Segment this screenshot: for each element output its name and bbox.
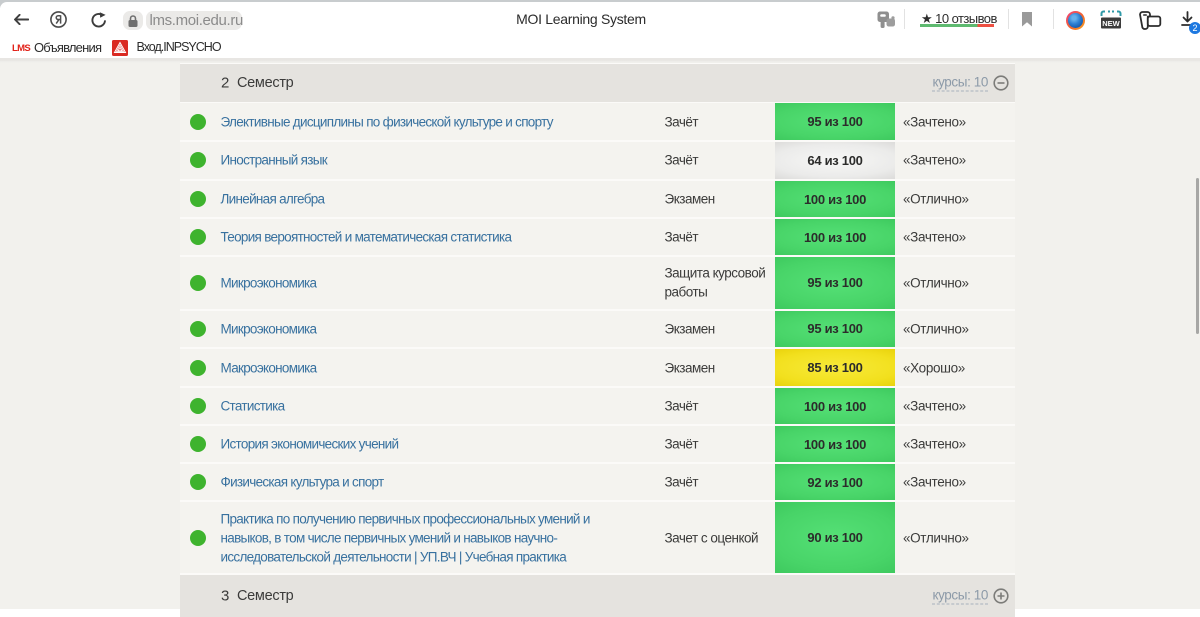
svg-text:NEW: NEW: [1102, 19, 1120, 28]
